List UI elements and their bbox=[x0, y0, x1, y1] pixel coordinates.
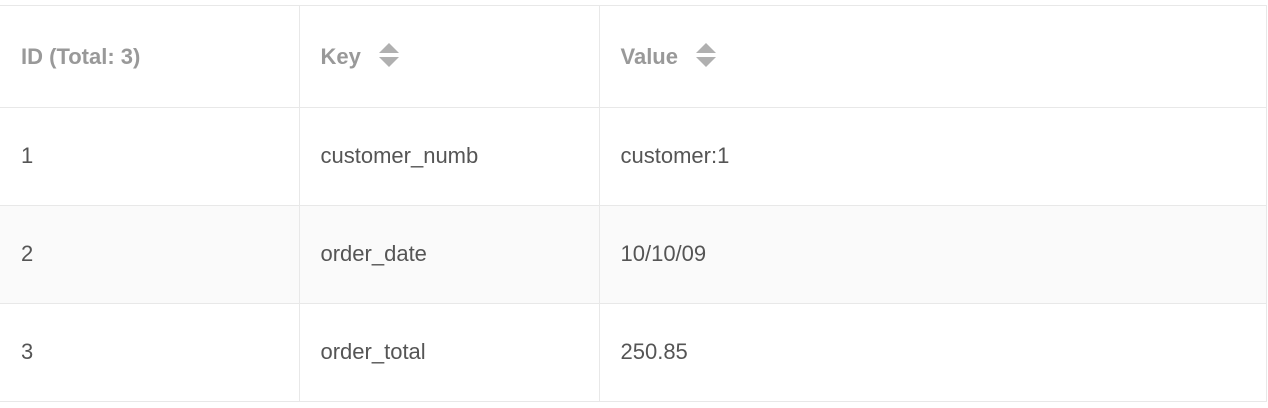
sort-up-down-icon[interactable] bbox=[378, 42, 400, 68]
table-header-row: ID (Total: 3) Key Value bbox=[0, 6, 1266, 108]
table-row[interactable]: 3 order_total 250.85 bbox=[0, 303, 1266, 401]
column-header-value[interactable]: Value bbox=[598, 6, 1266, 108]
cell-key: customer_numb bbox=[298, 107, 599, 206]
sort-up-down-icon[interactable] bbox=[695, 42, 717, 68]
cell-key: order_total bbox=[298, 303, 599, 401]
cell-id: 3 bbox=[21, 339, 34, 365]
data-table: ID (Total: 3) Key Value 1 customer_numb … bbox=[0, 6, 1266, 401]
table-row[interactable]: 1 customer_numb customer:1 bbox=[0, 107, 1266, 206]
cell-value: 250.85 bbox=[598, 303, 1266, 401]
key-value-table: ID (Total: 3) Key Value 1 customer_numb … bbox=[0, 5, 1267, 402]
cell-value: 10/10/09 bbox=[598, 205, 1266, 304]
column-header-key[interactable]: Key bbox=[298, 6, 599, 108]
column-header-id-label: ID (Total: 3) bbox=[21, 43, 141, 69]
table-row[interactable]: 2 order_date 10/10/09 bbox=[0, 205, 1266, 304]
column-header-key-label: Key bbox=[320, 43, 361, 69]
cell-value: customer:1 bbox=[598, 107, 1266, 206]
column-header-value-label: Value bbox=[620, 43, 678, 69]
cell-id: 1 bbox=[0, 107, 299, 206]
cell-id: 2 bbox=[0, 205, 299, 304]
cell-key: order_date bbox=[298, 205, 599, 304]
column-header-id: ID (Total: 3) bbox=[0, 6, 299, 108]
